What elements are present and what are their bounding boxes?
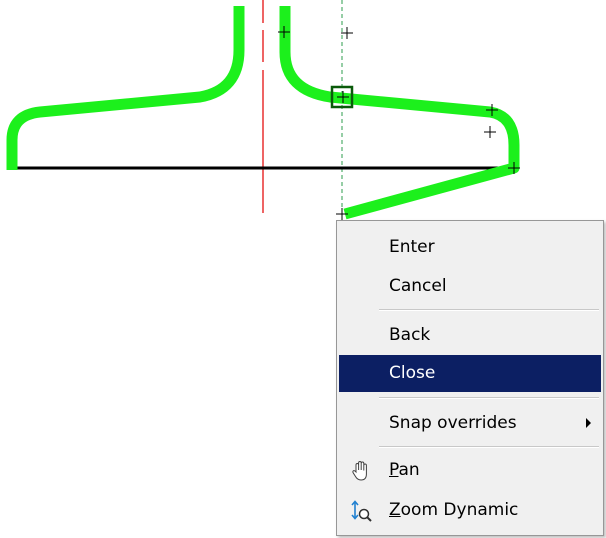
menu-item-label: Close: [389, 363, 436, 383]
profile-polyline[interactable]: [6, 6, 245, 170]
menu-item-snap-overrides[interactable]: Snap overrides: [339, 405, 601, 442]
menu-item-mnemonic: P: [389, 460, 399, 480]
menu-item-label-rest: an: [398, 460, 420, 480]
menu-item-pan[interactable]: Pan: [339, 452, 601, 489]
menu-item-label-rest: oom Dynamic: [400, 500, 519, 520]
zoom-dynamic-icon: [351, 500, 372, 522]
menu-separator: [379, 446, 599, 448]
menu-item-enter[interactable]: Enter: [339, 229, 601, 266]
menu-separator: [379, 397, 599, 399]
crosshair-markers: [278, 26, 520, 220]
pan-hand-icon: [352, 460, 367, 481]
menu-item-label: Back: [389, 325, 431, 345]
menu-item-label: Cancel: [389, 276, 447, 296]
submenu-arrow-icon: [586, 418, 591, 428]
profile-polyline-right[interactable]: [279, 6, 520, 220]
menu-item-close[interactable]: Close: [339, 355, 601, 392]
menu-item-label: Snap overrides: [389, 413, 517, 433]
menu-separator: [379, 309, 599, 311]
menu-item-label: Zoom Dynamic: [389, 492, 518, 529]
menu-item-cancel[interactable]: Cancel: [339, 268, 601, 305]
menu-item-label: Pan: [389, 452, 420, 489]
menu-item-back[interactable]: Back: [339, 317, 601, 354]
menu-item-zoom-dynamic[interactable]: Zoom Dynamic: [339, 492, 601, 529]
menu-item-label: Enter: [389, 237, 435, 257]
menu-item-mnemonic: Z: [389, 500, 401, 520]
context-menu: Enter Cancel Back Close Snap overrides P…: [336, 220, 604, 536]
